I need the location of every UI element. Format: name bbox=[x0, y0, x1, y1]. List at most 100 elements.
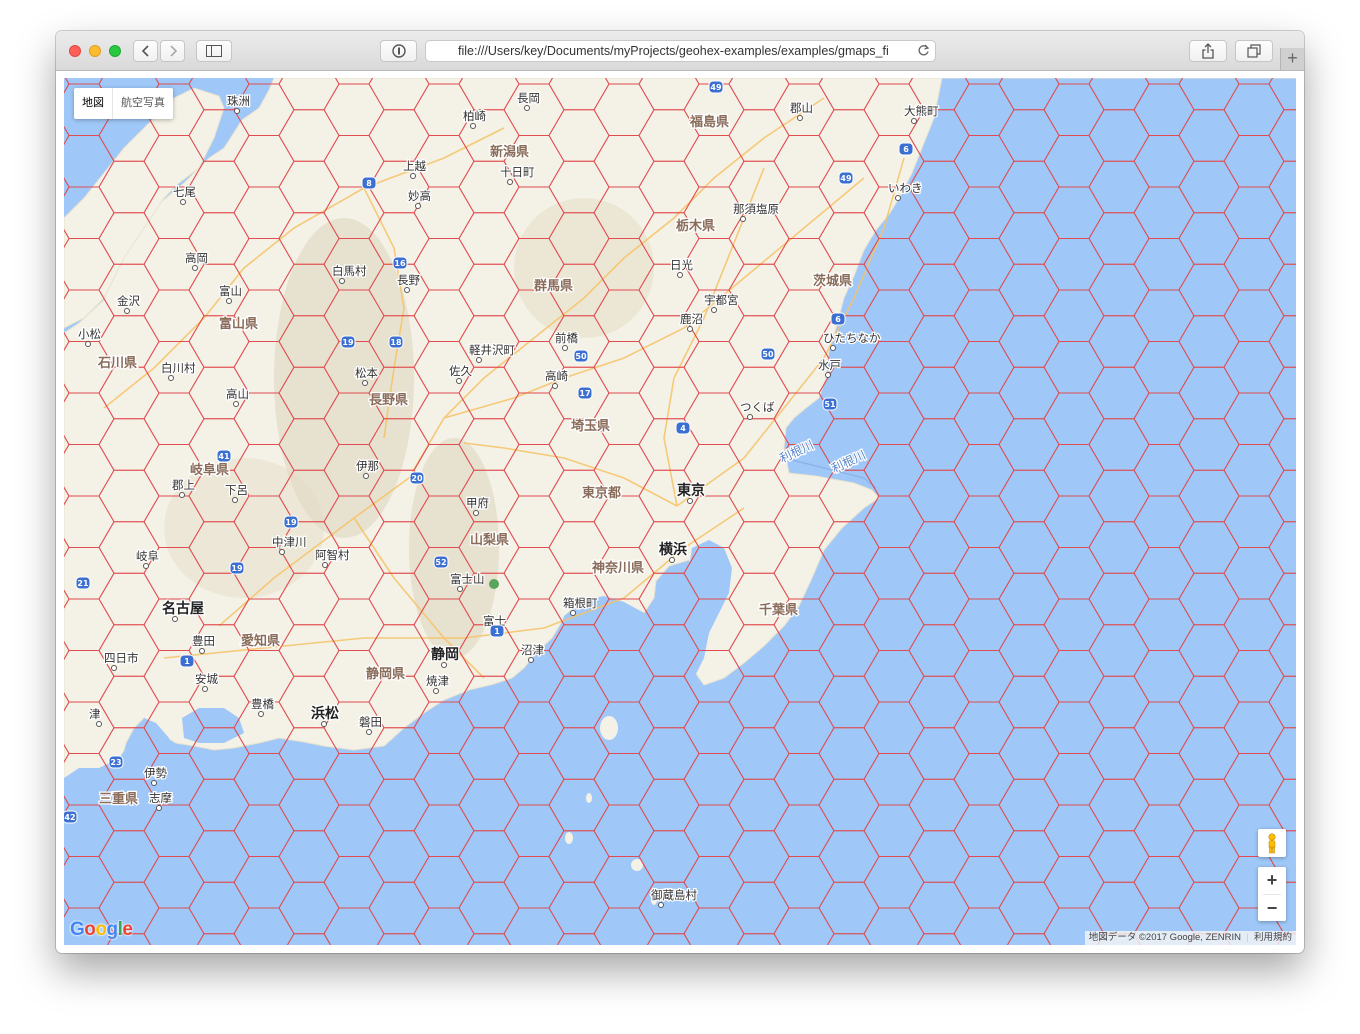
geohex-cell bbox=[1133, 238, 1195, 291]
geohex-cell bbox=[1268, 778, 1296, 832]
geohex-cell bbox=[1223, 289, 1285, 342]
map-svg[interactable]: 新潟県 福島県栃木県群馬県 茨城県富山県石川県長野県埼玉県岐阜県山梨県 東京都神奈川県… bbox=[64, 78, 1296, 945]
island bbox=[600, 716, 618, 740]
map-label-cities: 佐久 bbox=[449, 364, 472, 378]
close-window-button[interactable] bbox=[69, 45, 81, 57]
road-shield-number: 51 bbox=[824, 400, 836, 409]
geohex-cell bbox=[953, 650, 1015, 703]
road-shield-number: 18 bbox=[390, 338, 402, 347]
geohex-cell bbox=[1268, 366, 1296, 420]
share-button[interactable] bbox=[1189, 40, 1227, 62]
city-marker bbox=[740, 216, 746, 222]
geohex-cell bbox=[278, 778, 340, 832]
geohex-cell bbox=[1223, 135, 1285, 188]
geohex-cell bbox=[1178, 778, 1240, 832]
geohex-cell bbox=[728, 830, 790, 883]
geohex-cell bbox=[908, 418, 970, 471]
geohex-cell bbox=[863, 650, 925, 703]
map-label-prefectures: 埼玉県 bbox=[571, 418, 610, 434]
geohex-cell bbox=[818, 830, 880, 883]
geohex-cell bbox=[413, 856, 475, 909]
map-label-cities: 高崎 bbox=[545, 369, 568, 383]
zoom-in-button[interactable]: + bbox=[1258, 867, 1286, 894]
geohex-cell bbox=[863, 804, 925, 857]
street-view-pegman-button[interactable] bbox=[1258, 829, 1286, 857]
map-label-cities: 金沢 bbox=[117, 294, 140, 308]
map-label-cities: 甲府 bbox=[466, 496, 489, 510]
geohex-cell bbox=[1088, 78, 1150, 111]
geohex-cell bbox=[458, 830, 520, 883]
city-marker bbox=[911, 118, 917, 124]
new-tab-button[interactable]: + bbox=[1280, 48, 1304, 70]
zoom-out-button[interactable]: − bbox=[1258, 895, 1286, 922]
geohex-cell bbox=[1043, 495, 1105, 548]
forward-button[interactable] bbox=[160, 40, 185, 62]
geohex-cell bbox=[1088, 160, 1150, 214]
map-label-cities: 下呂 bbox=[225, 483, 248, 497]
terms-link[interactable]: 利用規約 bbox=[1254, 932, 1292, 943]
map-label-prefectures: 長野県 bbox=[369, 393, 408, 408]
zoom-window-button[interactable] bbox=[109, 45, 121, 57]
geohex-cell bbox=[64, 934, 69, 945]
map-label-cities: 高山 bbox=[226, 387, 249, 401]
geohex-cell bbox=[953, 83, 1015, 136]
geohex-cell bbox=[953, 856, 1015, 909]
city-marker bbox=[143, 563, 149, 569]
geohex-cell bbox=[818, 778, 880, 832]
reload-icon[interactable] bbox=[917, 44, 930, 57]
road-shield-number: 23 bbox=[110, 758, 121, 767]
minimize-window-button[interactable] bbox=[89, 45, 101, 57]
back-button[interactable] bbox=[133, 40, 158, 62]
geohex-cell bbox=[64, 78, 104, 85]
geohex-cell bbox=[1088, 572, 1150, 626]
road-shield-number: 49 bbox=[840, 174, 852, 183]
city-marker bbox=[552, 383, 558, 389]
map-label-cities: 富山 bbox=[219, 284, 242, 298]
geohex-cell bbox=[548, 830, 610, 883]
geohex-cell bbox=[1223, 753, 1285, 806]
map-type-satellite-button[interactable]: 航空写真 bbox=[113, 88, 173, 119]
geohex-cell bbox=[1223, 83, 1285, 136]
map-canvas[interactable]: 新潟県 福島県 栃木県 群馬県 茨城県 富山県 石川県 長野県 埼玉県 岐阜県 山梨県 東京都 神奈川県… bbox=[64, 78, 1296, 945]
geohex-cell bbox=[1133, 701, 1195, 754]
map-label-prefectures: 静岡県 bbox=[366, 666, 405, 682]
map-label-cities: 沼津 bbox=[521, 643, 544, 657]
google-logo-letter: o bbox=[95, 919, 107, 940]
city-marker bbox=[156, 805, 162, 811]
address-bar[interactable]: file:///Users/key/Documents/myProjects/g… bbox=[425, 40, 936, 62]
sidebar-button[interactable] bbox=[196, 40, 232, 62]
map-type-map-button[interactable]: 地図 bbox=[74, 88, 113, 119]
browser-window: file:///Users/key/Documents/myProjects/g… bbox=[56, 31, 1304, 953]
road-shield-number: 19 bbox=[231, 564, 243, 573]
city-marker bbox=[202, 686, 208, 692]
geohex-cell bbox=[953, 547, 1015, 600]
geohex-cell bbox=[1268, 675, 1296, 729]
city-marker bbox=[658, 902, 664, 908]
geohex-cell bbox=[503, 701, 565, 754]
map-label-cities: 大熊町 bbox=[904, 104, 939, 118]
map-label-cities: つくば bbox=[740, 400, 775, 414]
city-marker bbox=[457, 586, 463, 592]
geohex-cell bbox=[818, 572, 880, 626]
geohex-cell bbox=[1043, 392, 1105, 445]
geohex-cell bbox=[368, 778, 430, 832]
geohex-cell bbox=[458, 881, 520, 935]
map-label-cities: 四日市 bbox=[104, 651, 139, 665]
road-shield-number: 50 bbox=[575, 352, 587, 361]
tabs-overview-button[interactable] bbox=[1235, 40, 1273, 62]
privacy-report-button[interactable] bbox=[380, 40, 417, 62]
map-label-prefectures: 神奈川県 bbox=[592, 560, 644, 576]
city-marker bbox=[258, 711, 264, 717]
geohex-cell bbox=[1043, 289, 1105, 342]
geohex-cell bbox=[998, 830, 1060, 883]
geohex-cell bbox=[908, 263, 970, 317]
geohex-cell bbox=[1043, 804, 1105, 857]
geohex-cell bbox=[998, 212, 1060, 265]
geohex-cell bbox=[953, 186, 1015, 239]
geohex-cell bbox=[953, 701, 1015, 754]
city-marker bbox=[570, 610, 576, 616]
geohex-cell bbox=[953, 598, 1015, 651]
map-label-cities: 志摩 bbox=[149, 791, 172, 805]
geohex-cell bbox=[1178, 212, 1240, 265]
map-label-prefectures: 群馬県 bbox=[534, 278, 573, 294]
